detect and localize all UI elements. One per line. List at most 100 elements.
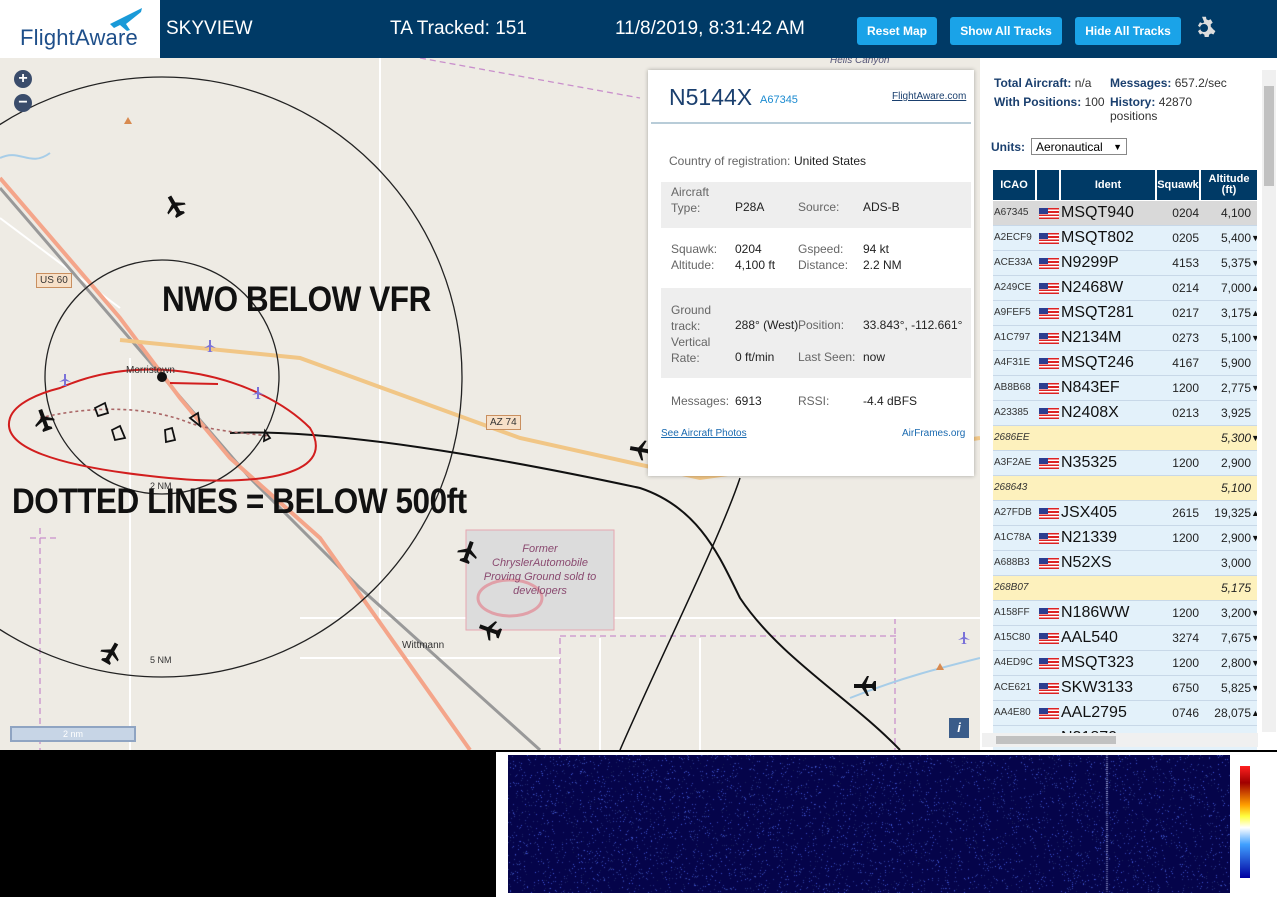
table-row[interactable]: ACE33A N9299P 4153 5,375 ▼ [993, 251, 1257, 276]
cell-altitude: 2,900 [1220, 456, 1251, 470]
table-row[interactable]: A1C797 N2134M 0273 5,100 ▼ [993, 326, 1257, 351]
table-row[interactable]: A15C80 AAL540 3274 7,675 ▼ [993, 626, 1257, 651]
cell-icao: A688B3 [994, 557, 1030, 568]
us-flag-icon [1039, 258, 1059, 269]
label-wittmann: Wittmann [402, 640, 445, 651]
col-ident[interactable]: Ident [1061, 170, 1155, 200]
col-flag[interactable] [1037, 170, 1059, 200]
cell-ident: AAL540 [1061, 629, 1118, 646]
table-row[interactable]: A27FDB JSX405 2615 19,325 ▲ [993, 501, 1257, 526]
cell-icao: A4ED9C [994, 657, 1033, 668]
cell-flag [1037, 301, 1059, 325]
cell-ident: JSX405 [1061, 504, 1118, 521]
cell-squawk: 1200 [1172, 381, 1199, 395]
cell-altitude: 3,200 [1220, 606, 1251, 620]
cell-squawk: 0205 [1172, 231, 1199, 245]
info-icon[interactable]: i [949, 718, 969, 738]
cell-altitude-trend [1251, 476, 1257, 500]
table-row[interactable]: A23385 N2408X 0213 3,925 [993, 401, 1257, 426]
cell-flag [1037, 476, 1059, 500]
cell-squawk: 4153 [1172, 256, 1199, 270]
table-row[interactable]: A249CE N2468W 0214 7,000 ▲ [993, 276, 1257, 301]
airframes-link[interactable]: AirFrames.org [902, 428, 965, 439]
cell-icao: A4F31E [994, 357, 1031, 368]
label-morristown: Morristown [126, 365, 175, 376]
history-stat: History: 42870 positions [1110, 95, 1220, 123]
table-row[interactable]: A3F2AE N35325 1200 2,900 [993, 451, 1257, 476]
cell-altitude: 5,300 [1220, 431, 1251, 445]
popup-squawk-row: Squawk: 0204 Gspeed: 94 kt Altitude: 4,1… [661, 240, 971, 278]
cell-flag [1037, 351, 1059, 375]
zoom-in-button[interactable]: + [14, 70, 32, 88]
cell-flag [1037, 551, 1059, 575]
popup-hex[interactable]: A67345 [760, 94, 798, 106]
show-all-tracks-button[interactable]: Show All Tracks [950, 17, 1062, 45]
table-row[interactable]: A2ECF9 MSQT802 0205 5,400 ▼ [993, 226, 1257, 251]
table-row[interactable]: A4ED9C MSQT323 1200 2,800 ▼ [993, 651, 1257, 676]
cell-altitude-trend: ▼ [1251, 258, 1257, 268]
reset-map-button[interactable]: Reset Map [857, 17, 937, 45]
cell-altitude: 2,775 [1220, 381, 1251, 395]
table-row[interactable]: A4F31E MSQT246 4167 5,900 [993, 351, 1257, 376]
cell-squawk: 0273 [1172, 331, 1199, 345]
table-row[interactable]: 268B07 5,175 [993, 576, 1257, 601]
popup-messages-row: Messages: 6913 RSSI: -4.4 dBFS [661, 392, 971, 412]
popup-divider [651, 122, 971, 124]
zoom-out-button[interactable]: − [14, 94, 32, 112]
altitude-value: 4,100 ft [735, 258, 776, 272]
shield-az74: AZ 74 [486, 415, 521, 430]
plane-logo-icon [110, 8, 142, 31]
cell-altitude-trend: ▼ [1251, 333, 1257, 343]
units-value: Aeronautical [1036, 140, 1103, 154]
sidebar-horizontal-scrollbar[interactable] [982, 733, 1258, 747]
table-row[interactable]: 2686EE 5,300▼ [993, 426, 1257, 451]
hide-all-tracks-button[interactable]: Hide All Tracks [1075, 17, 1181, 45]
cell-ident [1061, 576, 1157, 600]
us-flag-icon [1039, 608, 1059, 619]
flightaware-logo[interactable]: FlightAware [0, 0, 160, 58]
cell-altitude: 5,900 [1220, 356, 1251, 370]
cell-ident: N2134M [1061, 329, 1122, 346]
cell-squawk [1157, 551, 1199, 575]
total-aircraft-stat: Total Aircraft: n/a [994, 76, 1091, 90]
see-aircraft-photos-link[interactable]: See Aircraft Photos [661, 428, 747, 439]
lastseen-label: Last Seen: [798, 350, 856, 364]
scroll-thumb[interactable] [1264, 86, 1274, 186]
table-row[interactable]: 268643 5,100 [993, 476, 1257, 501]
cell-altitude: 5,375 [1220, 256, 1251, 270]
cell-ident: SKW3133 [1061, 679, 1134, 696]
table-row[interactable]: A158FF N186WW 1200 3,200 ▼ [993, 601, 1257, 626]
sidebar-vertical-scrollbar[interactable] [1262, 70, 1276, 732]
col-icao[interactable]: ICAO [993, 170, 1035, 200]
label-ring-5nm: 5 NM [150, 655, 172, 665]
us-flag-icon [1039, 383, 1059, 394]
table-row[interactable]: AB8B68 N843EF 1200 2,775 ▼ [993, 376, 1257, 401]
table-row[interactable]: A1C78A N21339 1200 2,900 ▼ [993, 526, 1257, 551]
units-select[interactable]: Aeronautical ▼ [1031, 138, 1127, 155]
col-squawk[interactable]: Squawk [1157, 170, 1199, 200]
cell-altitude: 19,325 [1214, 506, 1251, 520]
table-row[interactable]: AA4E80 AAL2795 0746 28,075 ▲ [993, 701, 1257, 726]
cell-ident: MSQT323 [1061, 654, 1134, 671]
scroll-thumb[interactable] [996, 736, 1116, 744]
messages-rate-label: Messages: [1110, 76, 1172, 90]
gear-icon[interactable] [1192, 16, 1216, 40]
us-flag-icon [1039, 683, 1059, 694]
cell-flag [1037, 326, 1059, 350]
cell-icao: 268643 [994, 482, 1028, 493]
map-view[interactable]: + − Hells Canyon Morristown Wittmann 2 N… [0, 58, 980, 750]
table-row[interactable]: A9FEF5 MSQT281 0217 3,175 ▲ [993, 301, 1257, 326]
us-flag-icon [1039, 283, 1059, 294]
rssi-label: RSSI: [798, 394, 830, 408]
table-row[interactable]: ACE621 SKW3133 6750 5,825 ▼ [993, 676, 1257, 701]
lastseen-value: now [863, 350, 886, 364]
popup-type-row: Aircraft Type: P28A Source: ADS-B [661, 182, 971, 228]
table-row[interactable]: A67345 MSQT940 0204 4,100 [993, 201, 1257, 226]
cell-altitude-trend: ▼ [1251, 233, 1257, 243]
col-altitude[interactable]: Altitude (ft) [1201, 170, 1257, 200]
cell-ident: N2408X [1061, 404, 1119, 421]
flightaware-link[interactable]: FlightAware.com [892, 91, 966, 102]
table-row[interactable]: A688B3 N52XS 3,000 [993, 551, 1257, 576]
cell-altitude: 3,000 [1220, 556, 1251, 570]
us-flag-icon [1039, 308, 1059, 319]
